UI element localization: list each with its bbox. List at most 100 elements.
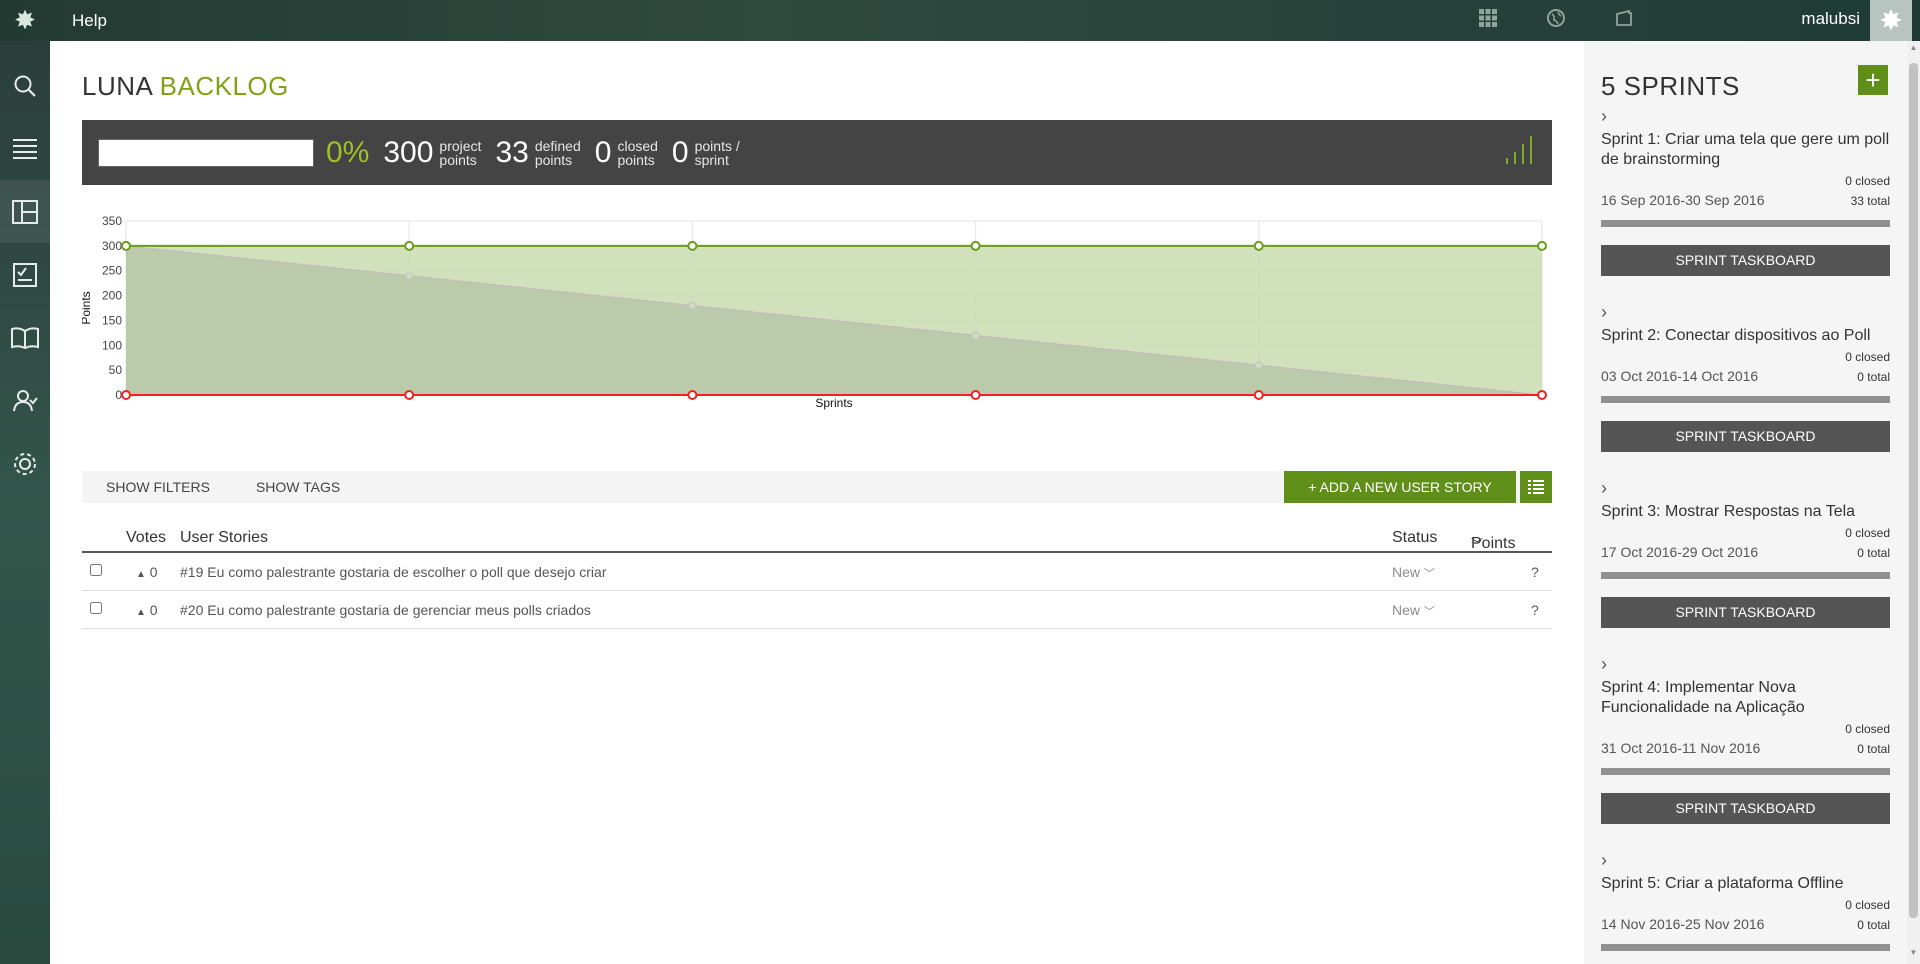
logo-icon[interactable]: ✸ — [0, 0, 50, 41]
sprint-total: 0 total — [1857, 742, 1890, 756]
table-row[interactable]: ▲ 0 #20 Eu como palestrante gostaria de … — [82, 591, 1552, 629]
add-sprint-button[interactable]: + — [1858, 65, 1888, 95]
kanban-icon[interactable] — [0, 180, 50, 243]
chevron-right-icon[interactable]: › — [1601, 478, 1890, 500]
data-point — [121, 240, 131, 251]
show-tags-button[interactable]: SHOW TAGS — [256, 479, 340, 495]
data-point — [121, 390, 131, 400]
table-row[interactable]: ▲ 0 #19 Eu como palestrante gostaria de … — [82, 553, 1552, 591]
briefcase-icon[interactable] — [1612, 8, 1636, 34]
team-icon[interactable] — [0, 369, 50, 432]
data-point — [1537, 390, 1547, 400]
story-title[interactable]: #20 Eu como palestrante gostaria de gere… — [180, 602, 591, 618]
sprint-closed: 0 closed — [1845, 898, 1890, 912]
search-icon[interactable] — [0, 54, 50, 117]
backlog-main: LUNA BACKLOG 0% 300 project points 33 def… — [79, 41, 1552, 629]
data-point — [1253, 390, 1264, 400]
sprint-dates: 14 Nov 2016-25 Nov 2016 — [1601, 916, 1765, 932]
sprint-name[interactable]: Sprint 5: Criar a plataforma Offline — [1601, 874, 1890, 894]
story-title[interactable]: #19 Eu como palestrante gostaria de esco… — [180, 564, 606, 580]
sprint-card: › Sprint 5: Criar a plataforma Offline 0… — [1601, 850, 1890, 964]
chevron-right-icon[interactable]: › — [1601, 850, 1890, 872]
add-user-story-button[interactable]: + ADD A NEW USER STORY — [1284, 471, 1516, 503]
y-tick-label: 350 — [102, 214, 122, 228]
data-point — [688, 301, 697, 310]
username[interactable]: malubsi — [1801, 9, 1860, 29]
user-stories-header: User Stories — [180, 529, 269, 546]
sprint-total: 0 total — [1857, 370, 1890, 384]
row-checkbox[interactable] — [90, 602, 102, 614]
chevron-down-icon: ﹀ — [1423, 568, 1435, 580]
chevron-right-icon[interactable]: › — [1601, 106, 1890, 128]
status-dropdown[interactable]: New ﹀ — [1392, 602, 1435, 619]
signal-bars-icon[interactable] — [1504, 134, 1538, 171]
sprint-taskboard-button[interactable]: SPRINT TASKBOARD — [1601, 421, 1890, 452]
sprint-card: › Sprint 1: Criar uma tela que gere um p… — [1601, 106, 1890, 276]
top-icons — [1476, 0, 1636, 41]
project-name: LUNA — [82, 71, 152, 101]
sprint-name[interactable]: Sprint 3: Mostrar Respostas na Tela — [1601, 502, 1890, 522]
left-nav — [0, 41, 50, 964]
project-points-stat: 300 project points — [383, 135, 482, 169]
points-value[interactable]: ? — [1531, 602, 1539, 618]
status-header: Status — [1392, 529, 1438, 546]
status-dropdown[interactable]: New ﹀ — [1392, 564, 1435, 581]
scroll-up-icon[interactable]: ▲ — [1907, 43, 1920, 57]
bulk-list-icon[interactable] — [1520, 471, 1552, 503]
x-axis-label: Sprints — [815, 396, 852, 410]
sprint-dates: 17 Oct 2016-29 Oct 2016 — [1601, 544, 1759, 560]
upvote-icon: ▲ — [136, 569, 146, 580]
y-tick-label: 150 — [102, 313, 122, 327]
y-tick-label: 200 — [102, 289, 122, 303]
data-point — [404, 390, 415, 400]
upvote-icon: ▲ — [136, 607, 146, 618]
points-per-sprint-stat: 0 points / sprint — [671, 135, 740, 169]
avatar[interactable]: ✸ — [1870, 0, 1912, 41]
sprint-name[interactable]: Sprint 1: Criar uma tela que gere um pol… — [1601, 130, 1890, 170]
admin-gear-icon[interactable] — [0, 432, 50, 495]
y-tick-label: 100 — [102, 338, 122, 352]
backlog-table-header: Votes User Stories Status Points ﹀ — [82, 523, 1552, 553]
apps-grid-icon[interactable] — [1476, 8, 1500, 34]
sprint-name[interactable]: Sprint 2: Conectar dispositivos ao Poll — [1601, 326, 1890, 346]
chevron-down-icon: ﹀ — [1471, 537, 1484, 551]
chevron-right-icon[interactable]: › — [1601, 302, 1890, 324]
sprints-title: 5 SPRINTS — [1601, 71, 1740, 101]
data-point — [970, 390, 981, 400]
page-title: LUNA BACKLOG — [82, 71, 1552, 102]
backlog-list-icon[interactable] — [0, 117, 50, 180]
sprint-taskboard-button[interactable]: SPRINT TASKBOARD — [1601, 793, 1890, 824]
issues-check-icon[interactable] — [0, 243, 50, 306]
sprint-taskboard-button[interactable]: SPRINT TASKBOARD — [1601, 245, 1890, 276]
burndown-chart: 0 50 100 150 200 250 300 350 Sprints Points — [79, 213, 1552, 453]
data-point — [1254, 361, 1263, 370]
scrollbar-thumb[interactable] — [1909, 63, 1918, 918]
points-value[interactable]: ? — [1531, 564, 1539, 580]
sprint-total: 0 total — [1857, 918, 1890, 932]
sprint-name[interactable]: Sprint 4: Implementar Nova Funcionalidad… — [1601, 678, 1890, 718]
sprint-total: 0 total — [1857, 546, 1890, 560]
section-name: BACKLOG — [159, 71, 289, 101]
sprint-taskboard-button[interactable]: SPRINT TASKBOARD — [1601, 597, 1890, 628]
data-point — [405, 271, 414, 280]
vote-count[interactable]: ▲ 0 — [136, 602, 158, 618]
sprint-closed: 0 closed — [1845, 722, 1890, 736]
show-filters-button[interactable]: SHOW FILTERS — [106, 479, 210, 495]
sprint-closed: 0 closed — [1845, 350, 1890, 364]
wiki-book-icon[interactable] — [0, 306, 50, 369]
chevron-right-icon[interactable]: › — [1601, 654, 1890, 676]
help-link[interactable]: Help — [72, 11, 107, 31]
chevron-down-icon: ﹀ — [1423, 606, 1435, 618]
scroll-down-icon[interactable]: ▼ — [1907, 948, 1920, 962]
votes-header[interactable]: Votes — [126, 529, 166, 547]
sprint-total: 33 total — [1850, 194, 1890, 208]
vote-count[interactable]: ▲ 0 — [136, 564, 158, 580]
globe-icon[interactable] — [1544, 8, 1568, 34]
sprint-progress-bar — [1601, 572, 1890, 579]
y-axis-label: Points — [82, 291, 93, 324]
percent-complete: 0% — [326, 135, 370, 169]
row-checkbox[interactable] — [90, 564, 102, 576]
y-tick-label: 50 — [109, 363, 123, 377]
page-scrollbar[interactable]: ▲ ▼ — [1907, 41, 1920, 964]
sprint-card: › Sprint 3: Mostrar Respostas na Tela 0 … — [1601, 478, 1890, 628]
